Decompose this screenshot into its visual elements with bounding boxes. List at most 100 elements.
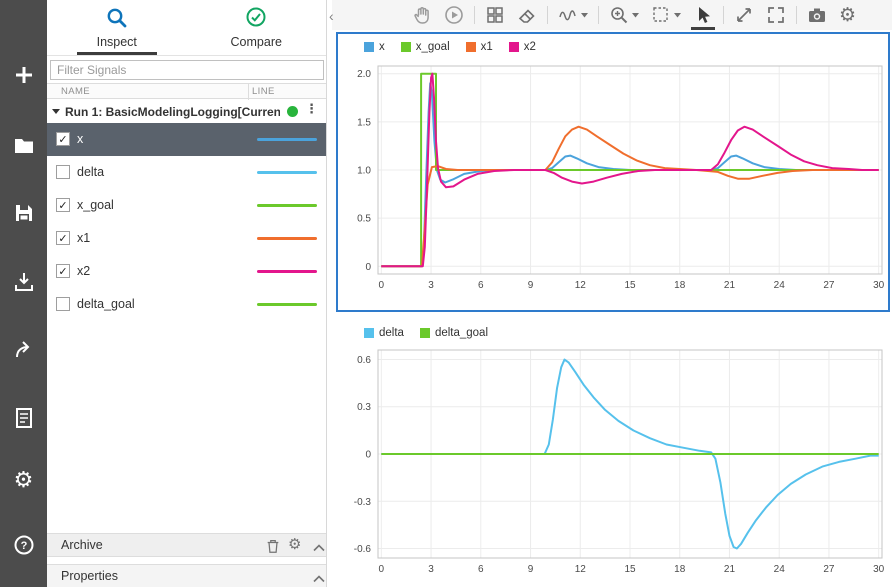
toolbar-separator: [547, 6, 548, 24]
signal-row-x1[interactable]: ✓ x1: [47, 222, 326, 255]
svg-text:30: 30: [873, 280, 885, 291]
checkbox-x1[interactable]: ✓: [56, 231, 70, 245]
zoom-in-tool-button[interactable]: [607, 0, 641, 30]
legend-item-delta_goal: delta_goal: [419, 327, 489, 339]
svg-text:18: 18: [674, 280, 686, 291]
svg-text:9: 9: [528, 564, 534, 575]
check-circle-icon: [244, 6, 268, 33]
svg-text:9: 9: [528, 280, 534, 291]
grid-layout-icon: [487, 7, 503, 23]
tab-inspect[interactable]: Inspect: [47, 0, 187, 55]
legend-item-x_goal: x_goal: [400, 41, 450, 53]
bottom-chart-canvas[interactable]: 0 3 6 9 12 15 18 21 24 27 30 -0.6 -0.3 0 0.3 0.6: [338, 346, 888, 585]
checkbox-x_goal[interactable]: ✓: [56, 198, 70, 212]
checkbox-delta[interactable]: [56, 165, 70, 179]
svg-text:0.5: 0.5: [357, 214, 371, 225]
checkbox-x[interactable]: ✓: [56, 132, 70, 146]
fit-to-view-button[interactable]: [764, 0, 788, 30]
svg-text:1.5: 1.5: [357, 117, 371, 128]
import-button[interactable]: [0, 267, 47, 295]
trash-icon[interactable]: [265, 538, 281, 557]
checkbox-delta_goal[interactable]: [56, 297, 70, 311]
pan-tool-button[interactable]: [410, 0, 434, 30]
signal-wave-icon: [559, 10, 576, 21]
svg-text:21: 21: [724, 280, 736, 291]
toolbar-separator: [796, 6, 797, 24]
properties-bar[interactable]: Properties: [47, 564, 326, 587]
column-divider: [248, 84, 249, 100]
bottom-chart-panel[interactable]: delta delta_goal 0 3 6 9 12 15 18 21 24 27 30 -0.6 -0…: [336, 318, 890, 587]
legend-swatch: [364, 328, 374, 338]
zoom-in-icon: [611, 7, 628, 24]
legend-item-x1: x1: [465, 41, 493, 53]
signal-style-button[interactable]: [556, 0, 590, 30]
zoom-region-icon: [653, 7, 668, 22]
collapse-up-icon[interactable]: [312, 541, 326, 555]
svg-text:6: 6: [478, 280, 484, 291]
export-button[interactable]: [0, 335, 47, 363]
filter-signals-input[interactable]: [50, 60, 324, 80]
signal-row-x2[interactable]: ✓ x2: [47, 255, 326, 288]
signal-row-x[interactable]: ✓ x: [47, 123, 326, 156]
play-circle-icon: [445, 6, 463, 24]
run-row[interactable]: Run 1: BasicModelingLogging[Curren ⋮: [47, 100, 326, 123]
legend-item-delta: delta: [364, 327, 404, 339]
help-button[interactable]: ?: [0, 531, 47, 559]
zoom-region-tool-button[interactable]: [649, 0, 683, 30]
fullscreen-corners-icon: [768, 7, 784, 23]
expand-caret-icon[interactable]: [52, 109, 60, 114]
pointer-tool-button[interactable]: [691, 0, 715, 30]
svg-text:-0.3: -0.3: [354, 497, 372, 508]
tab-compare[interactable]: Compare: [187, 0, 327, 55]
legend-item-x: x: [364, 41, 385, 53]
expand-plot-button[interactable]: [732, 0, 756, 30]
svg-text:24: 24: [774, 280, 786, 291]
tab-inspect-label: Inspect: [96, 35, 137, 49]
gear-icon[interactable]: ⚙: [288, 537, 301, 552]
legend-swatch: [419, 328, 430, 338]
legend-label: x_goal: [415, 41, 450, 53]
run-label: Run 1: BasicModelingLogging[Curren: [65, 104, 280, 119]
settings-button[interactable]: ⚙: [837, 0, 858, 30]
toolbar-separator: [598, 6, 599, 24]
run-simulation-button[interactable]: [442, 0, 466, 30]
collapse-up-icon[interactable]: [312, 572, 326, 586]
line-swatch: [257, 303, 317, 306]
signal-row-delta[interactable]: delta: [47, 156, 326, 189]
svg-text:1.0: 1.0: [357, 166, 371, 177]
legend-label: x2: [523, 41, 536, 53]
expand-diagonal-icon: [737, 8, 751, 22]
eraser-icon: [518, 9, 535, 23]
dropdown-caret-icon: [581, 12, 588, 17]
snapshot-button[interactable]: [805, 0, 829, 30]
top-chart-panel[interactable]: x x_goal x1 x2 0 3 6 9 12 15 18 21 24 27 30 0 0.5 1.0 1.5…: [336, 32, 890, 312]
preferences-button[interactable]: ⚙: [0, 467, 47, 495]
archive-bar[interactable]: Archive ⚙: [47, 533, 326, 557]
svg-text:?: ?: [20, 540, 27, 552]
column-header-line: LINE: [252, 86, 275, 97]
svg-text:0: 0: [379, 564, 385, 575]
svg-text:2.0: 2.0: [357, 69, 371, 80]
svg-text:21: 21: [724, 564, 736, 575]
create-report-button[interactable]: [0, 404, 47, 432]
legend-item-x2: x2: [508, 41, 536, 53]
legend-swatch: [465, 42, 476, 52]
run-menu-button[interactable]: ⋮: [305, 103, 318, 116]
dropdown-caret-icon: [632, 12, 639, 17]
collapse-panel-chevron[interactable]: ‹: [329, 8, 334, 24]
legend-label: delta_goal: [434, 327, 489, 339]
add-button[interactable]: [0, 61, 47, 89]
clear-plots-button[interactable]: [515, 0, 539, 30]
top-chart-canvas[interactable]: 0 3 6 9 12 15 18 21 24 27 30 0 0.5 1.0 1.5 2.0: [338, 60, 888, 310]
open-button[interactable]: [0, 131, 47, 159]
save-button[interactable]: [0, 199, 47, 227]
checkbox-x2[interactable]: ✓: [56, 264, 70, 278]
legend-swatch: [364, 42, 374, 52]
signal-row-delta_goal[interactable]: delta_goal: [47, 288, 326, 321]
layout-button[interactable]: [483, 0, 507, 30]
gear-icon: ⚙: [13, 468, 34, 493]
signal-row-x_goal[interactable]: ✓ x_goal: [47, 189, 326, 222]
signal-name-label: delta: [77, 165, 105, 179]
toolbar-separator: [474, 6, 475, 24]
svg-text:6: 6: [478, 564, 484, 575]
